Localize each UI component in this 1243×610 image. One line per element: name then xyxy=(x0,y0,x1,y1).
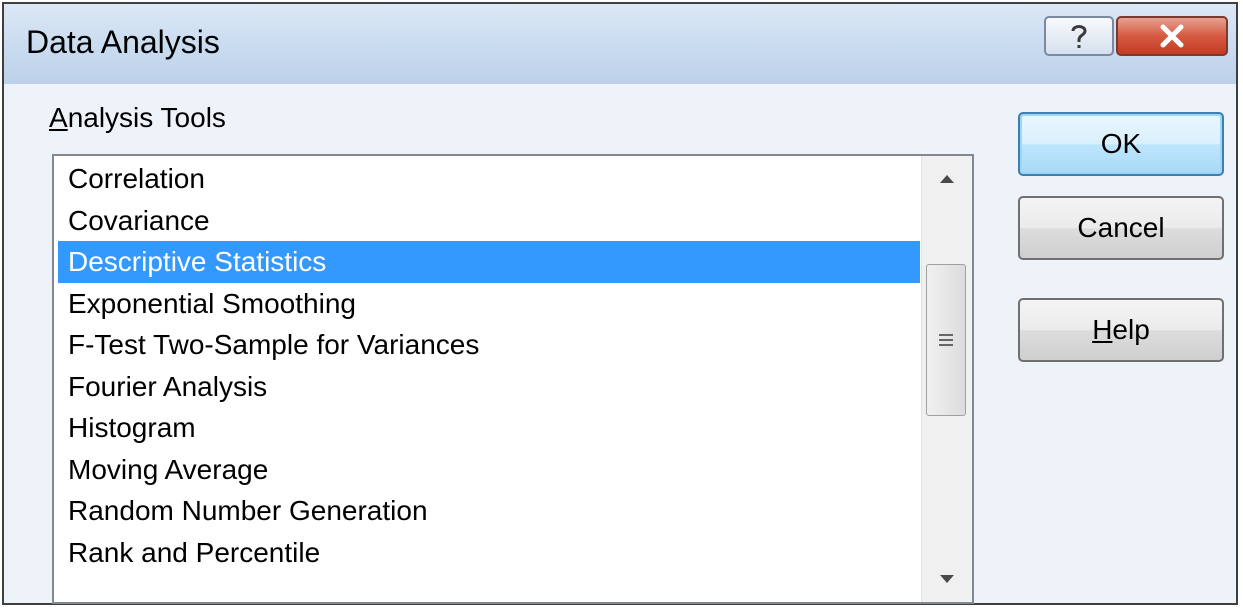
scroll-up-button[interactable] xyxy=(922,156,972,202)
close-x-icon xyxy=(1160,24,1184,48)
list-item[interactable]: Histogram xyxy=(58,407,920,449)
help-label-text: elp xyxy=(1112,314,1150,345)
list-item[interactable]: Exponential Smoothing xyxy=(58,283,920,325)
triangle-up-icon xyxy=(940,175,954,183)
list-item[interactable]: Random Number Generation xyxy=(58,490,920,532)
list-item[interactable]: Rank and Percentile xyxy=(58,532,920,574)
vertical-scrollbar[interactable] xyxy=(921,156,972,602)
ok-button[interactable]: OK xyxy=(1018,112,1224,176)
title-help-button[interactable] xyxy=(1044,16,1114,56)
list-item[interactable]: Fourier Analysis xyxy=(58,366,920,408)
title-bar[interactable]: Data Analysis xyxy=(4,4,1236,84)
scroll-thumb[interactable] xyxy=(926,264,966,416)
dialog-title: Data Analysis xyxy=(26,24,220,60)
scroll-down-button[interactable] xyxy=(922,556,972,602)
analysis-tools-label: Analysis Tools xyxy=(49,102,226,134)
cancel-button[interactable]: Cancel xyxy=(1018,196,1224,260)
grip-lines-icon xyxy=(939,334,953,346)
list-item-selected[interactable]: Descriptive Statistics xyxy=(58,241,920,283)
analysis-tools-label-text: nalysis Tools xyxy=(67,102,226,133)
list-item[interactable]: Correlation xyxy=(58,158,920,200)
data-analysis-dialog: Data Analysis Analysis Tools Correlation… xyxy=(2,2,1238,605)
analysis-tools-list: Correlation Covariance Descriptive Stati… xyxy=(58,158,920,573)
analysis-tools-listbox[interactable]: Correlation Covariance Descriptive Stati… xyxy=(52,154,974,604)
triangle-down-icon xyxy=(940,575,954,583)
dialog-client-area: Analysis Tools Correlation Covariance De… xyxy=(4,84,1236,604)
analysis-tools-accelerator: A xyxy=(49,102,68,133)
question-mark-icon xyxy=(1071,25,1087,48)
help-button[interactable]: Help xyxy=(1018,298,1224,362)
title-close-button[interactable] xyxy=(1116,16,1228,56)
list-item[interactable]: Covariance xyxy=(58,200,920,242)
list-item[interactable]: Moving Average xyxy=(58,449,920,491)
list-item[interactable]: F-Test Two-Sample for Variances xyxy=(58,324,920,366)
help-accelerator: H xyxy=(1092,314,1113,345)
